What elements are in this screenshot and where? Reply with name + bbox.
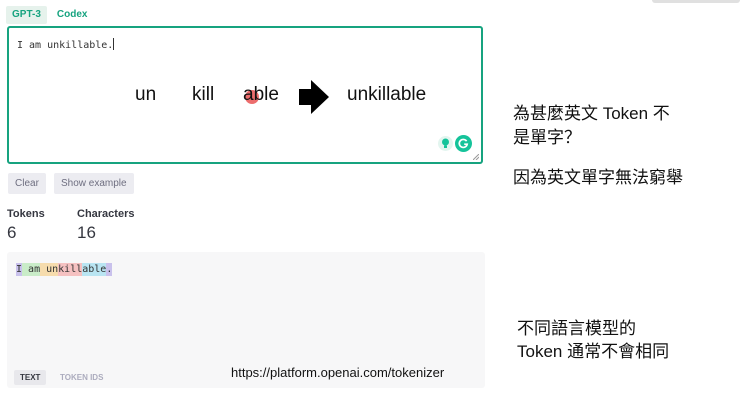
token-chip: kill bbox=[58, 263, 83, 276]
tokens-count: 6 bbox=[7, 223, 17, 242]
token-line: I am unkillable. bbox=[16, 263, 113, 276]
token-chip: . bbox=[106, 263, 113, 276]
question-line-2: 是單字？ bbox=[513, 128, 581, 147]
characters-count: 16 bbox=[77, 223, 96, 242]
text-caret bbox=[113, 38, 115, 50]
resize-grip-icon[interactable] bbox=[473, 154, 479, 160]
annotation-result: unkillable bbox=[347, 84, 427, 105]
tokenizer-app: GPT-3 Codex I am unkillable. un kill abl… bbox=[0, 0, 492, 394]
text-input-area[interactable]: I am unkillable. un kill able unkillable bbox=[7, 26, 483, 164]
annotation-part-kill: kill bbox=[192, 84, 215, 105]
note-line-2: Token 通常不會相同 bbox=[517, 342, 670, 361]
token-chip: able bbox=[82, 263, 107, 276]
note-line-1: 不同語言模型的 bbox=[517, 319, 636, 338]
right-arrow-icon bbox=[299, 80, 329, 114]
slide-annotations: 為甚麼英文 Token 不 是單字？ 因為英文單字無法窮舉 不同語言模型的 To… bbox=[492, 0, 740, 394]
tab-text-view[interactable]: TEXT bbox=[14, 370, 47, 385]
tokens-label: Tokens bbox=[7, 208, 45, 220]
answer-text: 因為英文單字無法窮舉 bbox=[513, 168, 683, 187]
token-chip: un bbox=[40, 263, 59, 276]
annotation-part-able: able bbox=[243, 84, 279, 105]
editor-text[interactable]: I am unkillable. bbox=[17, 38, 115, 51]
token-chip: am bbox=[22, 263, 41, 276]
lightbulb-icon[interactable] bbox=[438, 136, 453, 151]
annotation-part-un: un bbox=[135, 84, 157, 105]
model-tabs: GPT-3 Codex bbox=[6, 6, 93, 24]
tab-gpt3[interactable]: GPT-3 bbox=[6, 6, 47, 24]
tokenizer-url: https://platform.openai.com/tokenizer bbox=[231, 365, 445, 380]
show-example-button[interactable]: Show example bbox=[54, 173, 134, 194]
tab-codex[interactable]: Codex bbox=[51, 6, 94, 24]
token-output-panel: I am unkillable. TEXT TOKEN IDS https://… bbox=[7, 252, 485, 388]
question-line-1: 為甚麼英文 Token 不 bbox=[513, 104, 670, 123]
clear-button[interactable]: Clear bbox=[8, 173, 46, 194]
characters-label: Characters bbox=[77, 208, 135, 220]
grammarly-icon[interactable] bbox=[455, 135, 472, 152]
tab-token-ids[interactable]: TOKEN IDS bbox=[54, 370, 109, 385]
window-edge bbox=[652, 0, 740, 3]
editor-text-value: I am unkillable. bbox=[17, 40, 114, 51]
